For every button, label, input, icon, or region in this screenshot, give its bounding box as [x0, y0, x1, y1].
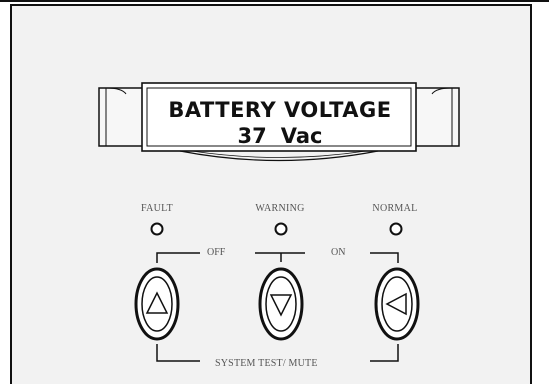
normal-led [389, 222, 403, 236]
warning-led [274, 222, 288, 236]
controls-graphic [134, 222, 420, 362]
down-button[interactable] [258, 267, 304, 341]
fault-led [150, 222, 164, 236]
left-button[interactable] [374, 267, 420, 341]
up-button[interactable] [134, 267, 180, 341]
